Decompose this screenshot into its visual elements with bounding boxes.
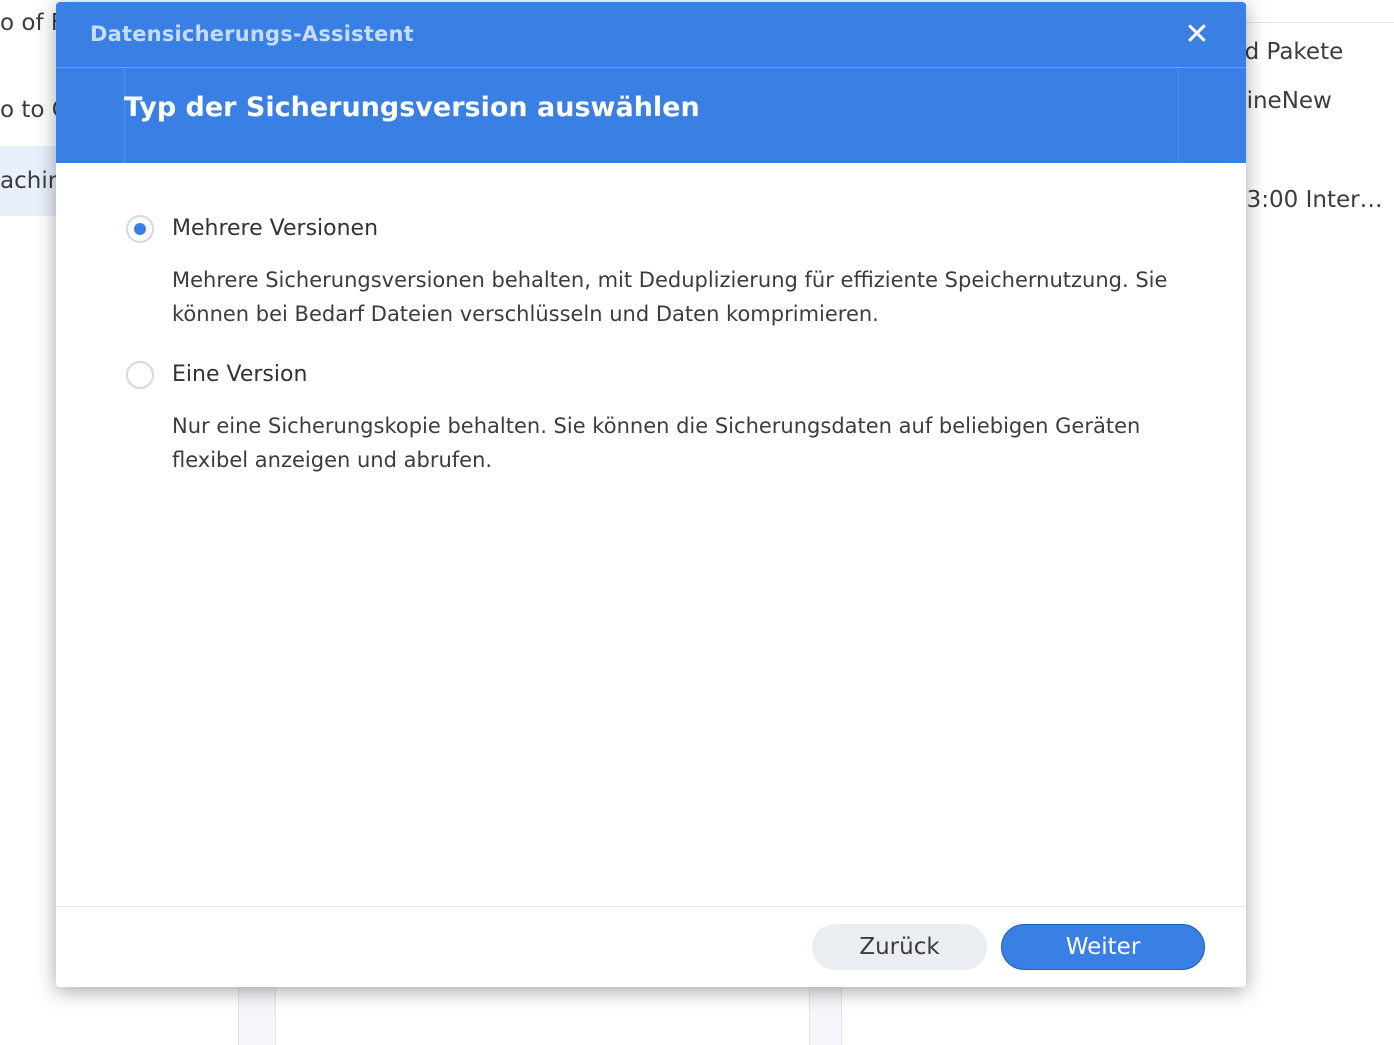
- dialog-title: Datensicherungs-Assistent: [90, 22, 414, 46]
- background-right-text-2: hineNew: [1232, 88, 1332, 114]
- step-heading: Typ der Sicherungsversion auswählen: [124, 92, 700, 123]
- option-description: Nur eine Sicherungskopie behalten. Sie k…: [172, 414, 1141, 472]
- background-right-text-1: nd Pakete: [1230, 39, 1344, 65]
- wizard-step-header: Typ der Sicherungsversion auswählen: [56, 68, 1246, 163]
- radio-single-version[interactable]: [126, 361, 154, 389]
- dialog-titlebar: Datensicherungs-Assistent ✕: [56, 2, 1246, 68]
- background-left-text-1: o of F: [0, 10, 65, 36]
- background-divider: [1246, 22, 1394, 23]
- radio-multiple-versions[interactable]: [126, 215, 154, 243]
- back-button[interactable]: Zurück: [812, 924, 987, 970]
- background-right-text-3: 03:00 Inter…: [1232, 187, 1383, 213]
- option-description: Mehrere Sicherungsversionen behalten, mi…: [172, 268, 1168, 326]
- radio-selected-dot: [134, 223, 146, 235]
- backup-wizard-dialog: Datensicherungs-Assistent ✕ Typ der Sich…: [56, 2, 1246, 987]
- background-column: [809, 985, 842, 1045]
- dialog-footer: Zurück Weiter: [56, 906, 1246, 987]
- background-column: [238, 985, 276, 1045]
- next-button[interactable]: Weiter: [1001, 924, 1205, 970]
- background-left-text-3: achir: [0, 168, 58, 194]
- option-label[interactable]: Mehrere Versionen: [172, 215, 378, 243]
- wizard-content: Mehrere Versionen Mehrere Sicherungsvers…: [56, 163, 1246, 907]
- option-label[interactable]: Eine Version: [172, 361, 307, 389]
- close-icon[interactable]: ✕: [1182, 20, 1212, 50]
